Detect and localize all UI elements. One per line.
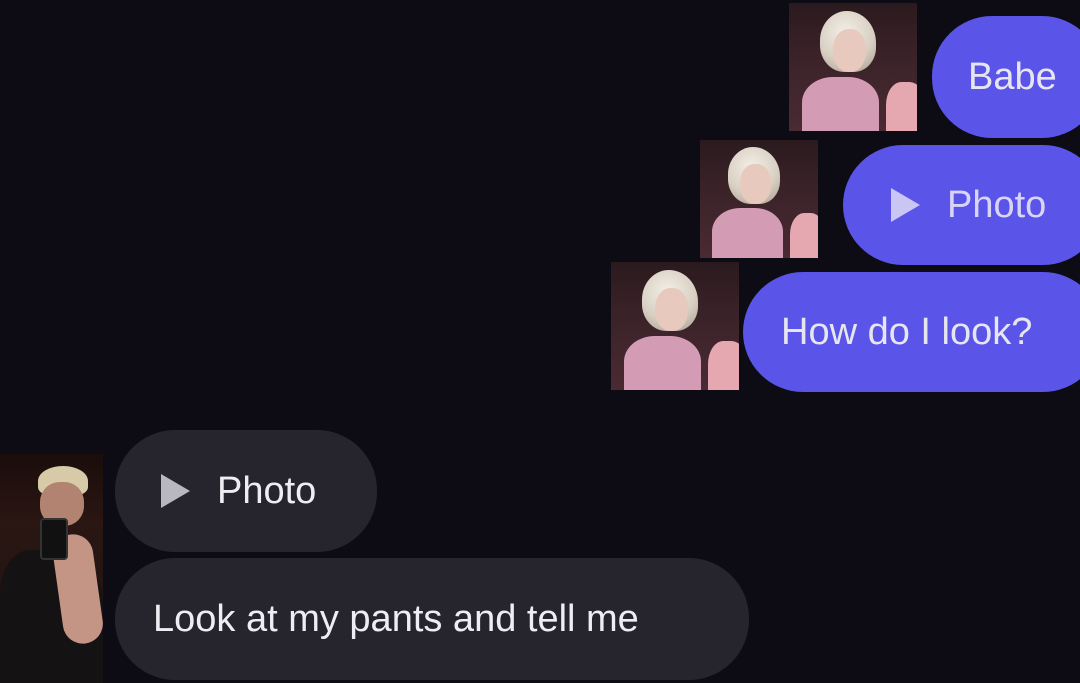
sent-photo-bubble[interactable]: Photo [843,145,1080,265]
avatar-body [801,77,879,131]
photo-label: Photo [947,183,1047,226]
play-icon[interactable] [161,474,190,508]
photo-label: Photo [217,469,317,512]
receiver-avatar[interactable] [0,454,103,683]
avatar-friend [708,341,739,390]
message-text: Babe [968,55,1057,98]
sender-avatar[interactable] [789,3,917,131]
sender-avatar[interactable] [611,262,739,390]
avatar-friend [789,213,818,258]
avatar-phone [40,518,68,560]
avatar-face [740,163,771,204]
message-text: How do I look? [781,310,1033,353]
sent-message-bubble[interactable]: Babe [932,16,1080,138]
message-text: Look at my pants and tell me [153,597,639,640]
play-icon[interactable] [891,188,920,222]
avatar-friend [886,82,917,131]
avatar-face [654,287,688,332]
avatar-face [832,28,866,73]
avatar-body [623,336,701,390]
avatar-body [711,208,783,258]
sent-message-bubble[interactable]: How do I look? [743,272,1080,392]
received-message-bubble[interactable]: Look at my pants and tell me [115,558,749,680]
sender-avatar[interactable] [700,140,818,258]
received-photo-bubble[interactable]: Photo [115,430,377,552]
